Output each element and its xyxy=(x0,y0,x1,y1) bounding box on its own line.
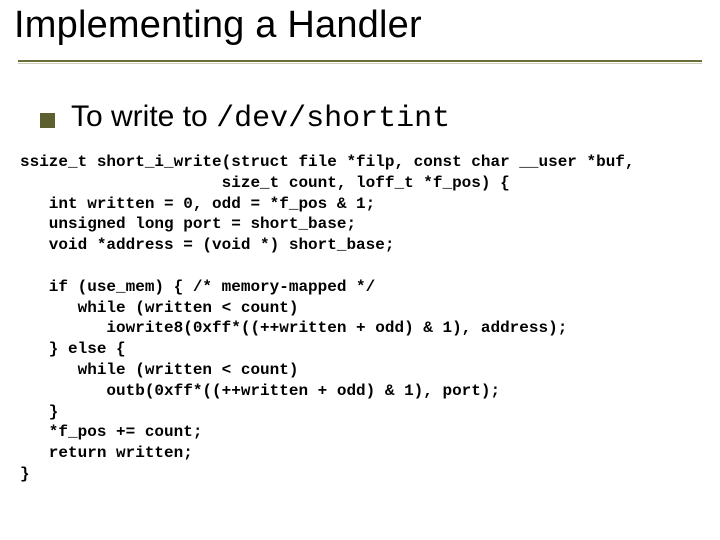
bullet-prefix: To write to xyxy=(71,100,216,133)
bullet-code: /dev/shortint xyxy=(216,102,450,136)
slide-title: Implementing a Handler xyxy=(14,4,706,53)
bullet-row: To write to /dev/shortint xyxy=(40,100,450,136)
title-underline xyxy=(18,60,702,62)
title-underline-shadow xyxy=(18,63,702,64)
code-block: ssize_t short_i_write(struct file *filp,… xyxy=(20,152,700,485)
square-bullet-icon xyxy=(40,113,55,128)
slide: Implementing a Handler To write to /dev/… xyxy=(0,0,720,540)
bullet-text: To write to /dev/shortint xyxy=(71,100,450,136)
title-block: Implementing a Handler xyxy=(14,4,706,53)
